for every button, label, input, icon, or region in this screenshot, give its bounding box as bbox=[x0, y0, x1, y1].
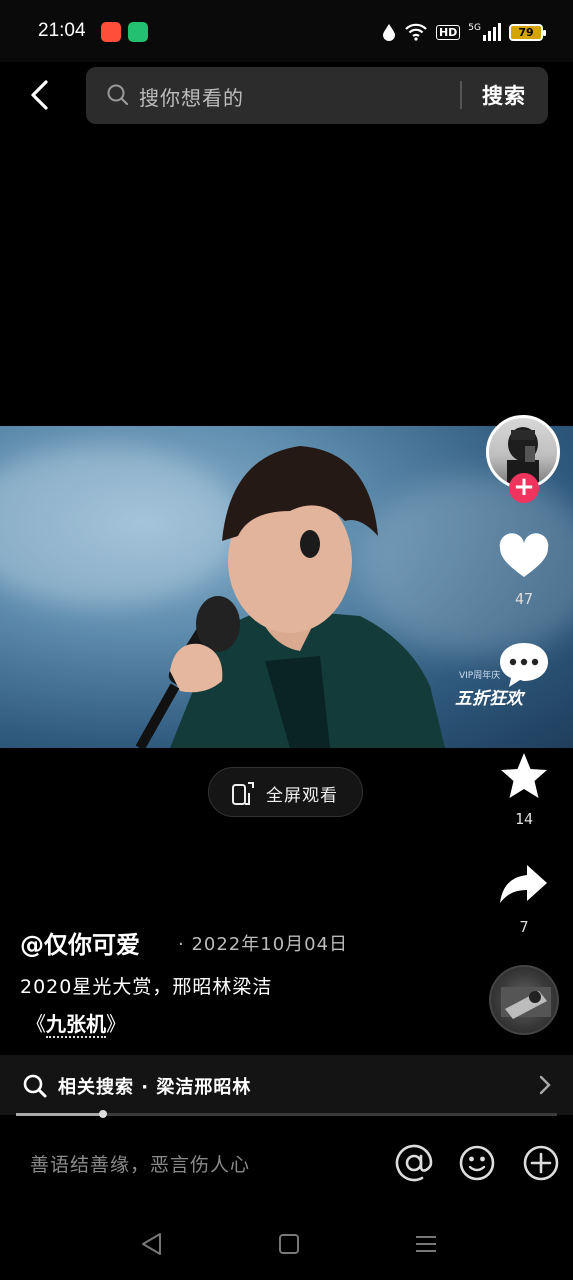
share-icon[interactable] bbox=[497, 857, 551, 911]
share-count: 7 bbox=[519, 918, 529, 936]
signal-icon: 5G bbox=[468, 23, 501, 41]
overlay-subtitle: VIP周年庆 bbox=[459, 671, 501, 681]
video-app-icon bbox=[128, 22, 148, 42]
related-search-label: 相关搜索 · 梁洁邢昭林 bbox=[58, 1077, 252, 1098]
system-navigation-bar bbox=[0, 1205, 573, 1280]
search-icon bbox=[23, 1074, 47, 1098]
post-date: · 2022年10月04日 bbox=[178, 934, 349, 955]
status-icons: HD 5G 79 bbox=[382, 20, 546, 44]
taobao-app-icon bbox=[101, 22, 121, 42]
video-player[interactable]: VIP周年庆 五折狂欢 bbox=[0, 426, 573, 748]
search-input[interactable]: 搜你想看的 bbox=[139, 82, 244, 111]
nav-back-icon[interactable] bbox=[138, 1230, 166, 1258]
comment-icon[interactable] bbox=[497, 638, 551, 692]
chevron-right-icon bbox=[539, 1075, 551, 1095]
data-saver-icon bbox=[382, 24, 395, 41]
back-button[interactable] bbox=[22, 76, 60, 114]
favorite-count: 14 bbox=[514, 810, 534, 828]
status-bar: 21:04 HD 5G 79 bbox=[0, 0, 573, 62]
mention-icon[interactable] bbox=[394, 1143, 434, 1183]
post-description: 2020星光大赏，邢昭林梁洁 bbox=[20, 976, 273, 998]
clock: 21:04 bbox=[38, 20, 86, 41]
comment-input[interactable]: 善语结善缘，恶言伤人心 bbox=[30, 1150, 250, 1177]
search-icon bbox=[107, 84, 129, 106]
network-type: 5G bbox=[468, 23, 481, 33]
battery-level: 79 bbox=[518, 25, 534, 39]
song-tag[interactable]: 《九张机》 bbox=[26, 1008, 126, 1038]
song-title[interactable]: 九张机 bbox=[46, 1012, 106, 1038]
fullscreen-button[interactable]: 全屏观看 bbox=[208, 767, 363, 817]
like-count: 47 bbox=[514, 590, 534, 608]
nav-home-icon[interactable] bbox=[275, 1230, 303, 1258]
heart-icon[interactable] bbox=[497, 530, 551, 584]
fullscreen-label: 全屏观看 bbox=[266, 786, 338, 806]
follow-button[interactable]: + bbox=[509, 473, 539, 503]
author-name[interactable]: @仅你可爱 bbox=[20, 925, 140, 960]
add-icon[interactable] bbox=[521, 1143, 561, 1183]
nav-menu-icon[interactable] bbox=[412, 1230, 440, 1258]
progress-fill bbox=[16, 1113, 103, 1116]
battery-icon: 79 bbox=[509, 23, 546, 41]
search-box[interactable]: 搜你想看的 搜索 bbox=[86, 67, 548, 124]
search-divider bbox=[460, 81, 462, 109]
wifi-icon bbox=[405, 23, 427, 41]
song-close-bracket: 》 bbox=[106, 1012, 126, 1036]
related-search-bar[interactable]: 相关搜索 · 梁洁邢昭林 bbox=[0, 1055, 573, 1115]
star-icon[interactable] bbox=[497, 750, 551, 804]
hd-badge: HD bbox=[435, 24, 461, 40]
song-open-bracket: 《 bbox=[26, 1012, 46, 1036]
progress-knob[interactable] bbox=[98, 1110, 107, 1118]
rotate-screen-icon bbox=[232, 782, 254, 805]
music-cover-image bbox=[501, 987, 551, 1019]
search-button[interactable]: 搜索 bbox=[482, 80, 526, 110]
video-progress-bar[interactable] bbox=[16, 1110, 557, 1118]
emoji-icon[interactable] bbox=[457, 1143, 497, 1183]
music-disc[interactable] bbox=[489, 965, 559, 1035]
